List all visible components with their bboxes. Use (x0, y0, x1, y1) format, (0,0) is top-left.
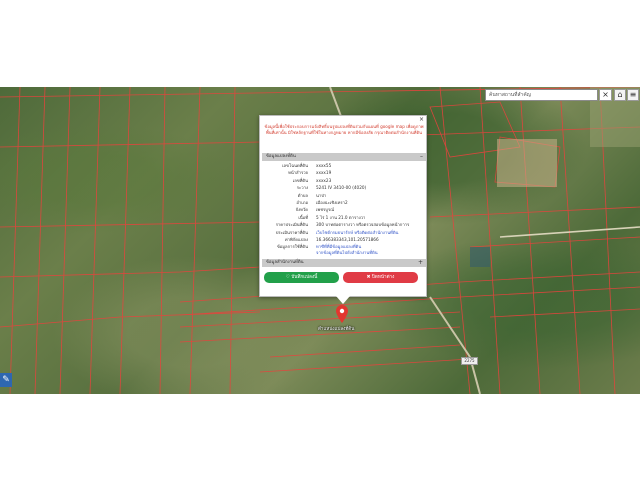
popup-pointer (336, 296, 350, 304)
info-key: เลขที่ดิน (292, 177, 308, 183)
info-key: เนื้อที่ (298, 214, 308, 220)
screen: ค้นหาสถานที่สำคัญ × ⌂ ≡ ✎ × ข้อมูลนี้เพื… (0, 0, 640, 480)
info-row: หน้าสำรวจ xxxx19 (260, 170, 424, 177)
info-key: ค่าพิกัดแปลง (284, 237, 308, 242)
info-row: เนื้อที่ 5 ไร่ 1 งาน 21.0 ตารางวา (260, 215, 424, 222)
info-row: ค่าพิกัดแปลง 16.366383343,101.20571866 (260, 237, 424, 244)
search-input[interactable]: ค้นหาสถานที่สำคัญ (485, 89, 598, 101)
info-value: เพชรบูรณ์ (316, 207, 335, 213)
land-section-header[interactable]: ข้อมูลแปลงที่ดิน – (262, 153, 426, 161)
layers-icon[interactable]: ≡ (627, 89, 639, 101)
info-row: จังหวัด เพชรบูรณ์ (260, 207, 424, 214)
info-row: ตำบล นาป่า (260, 193, 424, 200)
info-value: นาป่า (316, 192, 327, 198)
info-value: 5 ไร่ 1 งาน 21.0 ตารางวา (316, 214, 366, 220)
info-row: เลขที่ดิน xxxx23 (260, 178, 424, 185)
info-key: เลขโฉนดที่ดิน (282, 163, 308, 168)
land-section-title: ข้อมูลแปลงที่ดิน (266, 154, 296, 159)
info-value: xxxx19 (316, 170, 332, 176)
info-row: ประเมินราคาที่ดิน เว็บไซต์กรมธนารักษ์ หรื… (260, 230, 424, 237)
clear-search-button[interactable]: × (599, 89, 612, 101)
road-number-badge: 2275 (461, 357, 478, 365)
close-window-button[interactable]: ✖ ปิดหน้าต่าง (343, 272, 418, 283)
office-section-header[interactable]: ข้อมูลสำนักงานที่ดิน + (262, 259, 426, 267)
info-value: 16.366383343,101.20571866 (316, 237, 379, 242)
info-key: ราคาประเมินที่ดิน (275, 222, 308, 228)
marker-label: ตำแหน่งแปลงที่ดิน (318, 327, 355, 332)
info-value: xxxx23 (316, 177, 332, 183)
measure-tool-icon[interactable]: ✎ (0, 373, 12, 387)
info-value: 300 บาทต่อตารางวา หรือตรวจสอบข้อมูลหน้าก… (316, 222, 410, 228)
home-icon[interactable]: ⌂ (614, 89, 626, 101)
disclaimer-notice: ข้อมูลนี้เพื่อใช้ประกอบการแจ้งสิทธิ์บนรู… (264, 124, 424, 136)
info-key: ระวาง (296, 185, 308, 191)
expand-icon[interactable]: + (418, 259, 423, 266)
info-key: อำเภอ (296, 200, 308, 205)
info-link[interactable]: เว็บไซต์กรมธนารักษ์ หรือติดต่อสำนักงานที… (316, 230, 398, 237)
info-key: จังหวัด (295, 207, 308, 213)
info-key: ประเมินราคาที่ดิน (275, 229, 308, 235)
land-info-popup: × ข้อมูลนี้เพื่อใช้ประกอบการแจ้งสิทธิ์บน… (259, 115, 427, 297)
info-row: อำเภอ เมืองฉะเชิงเทรา2 (260, 200, 424, 207)
info-key: ข้อมูลการใช้ที่ดิน (276, 244, 308, 250)
collapse-icon[interactable]: – (420, 153, 423, 160)
info-value: xxxx55 (316, 163, 332, 168)
info-row: ระวาง 5241 IV 3410-00 (4020) (260, 185, 424, 192)
office-section-title: ข้อมูลสำนักงานที่ดิน (266, 260, 304, 265)
info-value: 5241 IV 3410-00 (4020) (316, 185, 367, 191)
info-row: เลขโฉนดที่ดิน xxxx55 (260, 163, 424, 170)
info-value: เมืองฉะเชิงเทรา2 (316, 200, 348, 205)
location-pin-icon[interactable] (336, 305, 348, 323)
landuse-link[interactable]: จากข้อมูลที่ดินไปยังสำนักงานที่ดิน (316, 250, 378, 256)
info-key: หน้าสำรวจ (288, 170, 308, 176)
info-key: ตำบล (297, 192, 308, 198)
info-row: ราคาประเมินที่ดิน 300 บาทต่อตารางวา หรือต… (260, 222, 424, 229)
close-popup-button[interactable]: × (419, 116, 424, 123)
save-parcel-button[interactable]: ♡ บันทึกแปลงนี้ (264, 272, 339, 283)
